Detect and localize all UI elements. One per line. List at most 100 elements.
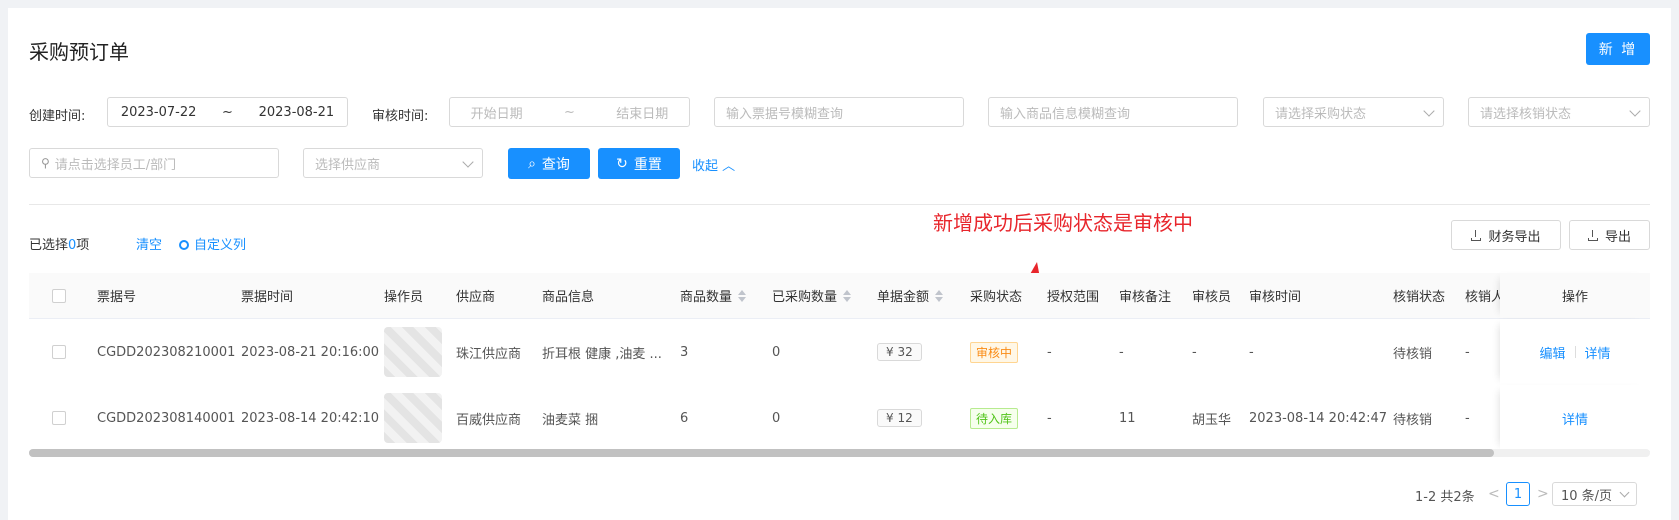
cell-writeoff: 待核销: [1393, 412, 1433, 428]
cell-writeoff: 待核销: [1393, 346, 1433, 362]
row-checkbox[interactable]: [52, 319, 66, 385]
col-writeoff: 核销状态: [1393, 290, 1446, 305]
edit-link[interactable]: 编辑: [1539, 343, 1565, 362]
row-ops: 详情: [1500, 385, 1650, 451]
employee-picker-input[interactable]: ⚲ 请点击选择员工/部门: [29, 148, 279, 178]
created-end-date[interactable]: 2023-08-21: [259, 105, 335, 120]
status-badge: 审核中: [970, 319, 1019, 385]
purchase-status-select[interactable]: 请选择采购状态: [1263, 97, 1444, 127]
reset-button[interactable]: ↻ 重置: [598, 148, 680, 179]
select-all-checkbox[interactable]: [52, 273, 66, 318]
chevron-up-icon: ︿: [722, 159, 736, 174]
audit-start-date[interactable]: 开始日期: [471, 103, 523, 122]
audit-date-range[interactable]: 开始日期 ~ 结束日期: [449, 97, 690, 127]
cell-supplier: 珠江供应商: [456, 346, 522, 362]
clear-selection-link[interactable]: 清空: [136, 234, 162, 253]
col-auditor: 审核员: [1192, 290, 1232, 305]
operator-avatar: [384, 385, 442, 451]
horizontal-scrollbar[interactable]: [29, 449, 1650, 457]
col-operator: 操作员: [384, 290, 424, 305]
search-icon: ⌕: [528, 155, 536, 172]
page-size-select[interactable]: 10 条/页: [1552, 482, 1637, 506]
cell-audit-time: -: [1249, 344, 1254, 360]
cell-amount: ¥ 12: [877, 385, 922, 451]
col-status: 采购状态: [970, 290, 1023, 305]
table-header: 票据号 票据时间 操作员 供应商 商品信息 商品数量 已采购数量 单据金额 采购…: [29, 273, 1650, 319]
query-button[interactable]: ⌕ 查询: [508, 148, 590, 179]
cell-time: 2023-08-14 20:42:10: [241, 410, 380, 426]
col-goods: 商品信息: [542, 290, 595, 305]
cell-goods: 油麦菜 捆: [542, 412, 599, 428]
scrollbar-thumb[interactable]: [29, 449, 1494, 457]
row-ops: 编辑 详情: [1500, 319, 1650, 385]
created-time-label: 创建时间:: [29, 109, 86, 124]
col-audit-time: 审核时间: [1249, 290, 1302, 305]
cell-goods: 折耳根 健康 ,油麦 ...: [542, 346, 662, 362]
status-badge: 待入库: [970, 385, 1019, 451]
col-remark: 审核备注: [1119, 290, 1172, 305]
pagination-total: 1-2 共2条: [1415, 490, 1475, 505]
annotation-text: 新增成功后采购状态是审核中: [933, 211, 1193, 235]
created-start-date[interactable]: 2023-07-22: [121, 105, 197, 120]
col-supplier: 供应商: [456, 290, 496, 305]
prev-page-icon[interactable]: <: [1488, 486, 1500, 502]
export-button[interactable]: 导出: [1569, 220, 1650, 250]
col-qty[interactable]: 商品数量: [680, 273, 747, 318]
goods-search-input[interactable]: 输入商品信息模糊查询: [988, 97, 1238, 127]
next-page-icon[interactable]: >: [1537, 486, 1549, 502]
ticket-search-input[interactable]: 输入票据号模糊查询: [714, 97, 964, 127]
chevron-down-icon: [1423, 105, 1435, 117]
sort-icon: [935, 289, 944, 302]
operator-avatar: [384, 319, 442, 385]
gear-icon: [179, 240, 189, 250]
writeoff-status-select[interactable]: 请选择核销状态: [1468, 97, 1650, 127]
cell-amount: ¥ 32: [877, 319, 922, 385]
custom-columns-link[interactable]: 自定义列: [179, 234, 246, 253]
cell-audit-time: 2023-08-14 20:42:47: [1249, 410, 1388, 426]
col-ops: 操作: [1500, 273, 1650, 318]
cell-purchased: 0: [772, 410, 781, 426]
page-title: 采购预订单: [29, 40, 129, 64]
refresh-icon: ↻: [616, 155, 628, 172]
sort-icon: [843, 289, 852, 302]
finance-export-button[interactable]: 财务导出: [1451, 220, 1561, 250]
audit-end-date[interactable]: 结束日期: [616, 103, 668, 122]
col-writeoff-by: 核销人: [1465, 290, 1505, 305]
detail-link[interactable]: 详情: [1585, 343, 1611, 362]
cell-purchased: 0: [772, 344, 781, 360]
cell-qty: 6: [680, 410, 689, 426]
page-card: 采购预订单 新 增 创建时间: 2023-07-22 ~ 2023-08-21 …: [8, 8, 1671, 520]
col-purchased[interactable]: 已采购数量: [772, 273, 852, 318]
col-amount[interactable]: 单据金额: [877, 273, 944, 318]
cell-ticket: CGDD202308140001: [97, 410, 236, 426]
cell-auditor: -: [1192, 344, 1197, 360]
cell-supplier: 百威供应商: [456, 412, 522, 428]
selection-summary: 已选择0项: [29, 238, 90, 253]
chevron-down-icon: [462, 156, 474, 168]
range-separator: ~: [222, 104, 233, 120]
new-button[interactable]: 新 增: [1586, 33, 1650, 65]
col-ticket-time: 票据时间: [241, 290, 294, 305]
collapse-link[interactable]: 收起 ︿: [692, 155, 735, 174]
chevron-down-icon: [1619, 487, 1630, 498]
col-scope: 授权范围: [1047, 290, 1100, 305]
cell-qty: 3: [680, 344, 689, 360]
user-icon: ⚲: [41, 156, 50, 170]
download-icon: [1471, 229, 1482, 241]
detail-link[interactable]: 详情: [1562, 409, 1588, 428]
chevron-down-icon: [1629, 105, 1641, 117]
cell-writeoff-by: -: [1465, 344, 1470, 360]
created-date-range[interactable]: 2023-07-22 ~ 2023-08-21: [107, 97, 348, 127]
divider: [29, 204, 1650, 205]
cell-time: 2023-08-21 20:16:00: [241, 344, 380, 360]
cell-auditor: 胡玉华: [1192, 412, 1232, 428]
supplier-select[interactable]: 选择供应商: [303, 148, 483, 178]
table-row[interactable]: CGDD202308210001 2023-08-21 20:16:00 珠江供…: [29, 319, 1650, 386]
cell-scope: -: [1047, 410, 1052, 426]
table-row[interactable]: CGDD202308140001 2023-08-14 20:42:10 百威供…: [29, 385, 1650, 452]
audit-time-label: 审核时间:: [372, 109, 429, 124]
cell-scope: -: [1047, 344, 1052, 360]
row-checkbox[interactable]: [52, 385, 66, 451]
page-1-button[interactable]: 1: [1506, 482, 1530, 506]
download-icon: [1587, 229, 1598, 241]
